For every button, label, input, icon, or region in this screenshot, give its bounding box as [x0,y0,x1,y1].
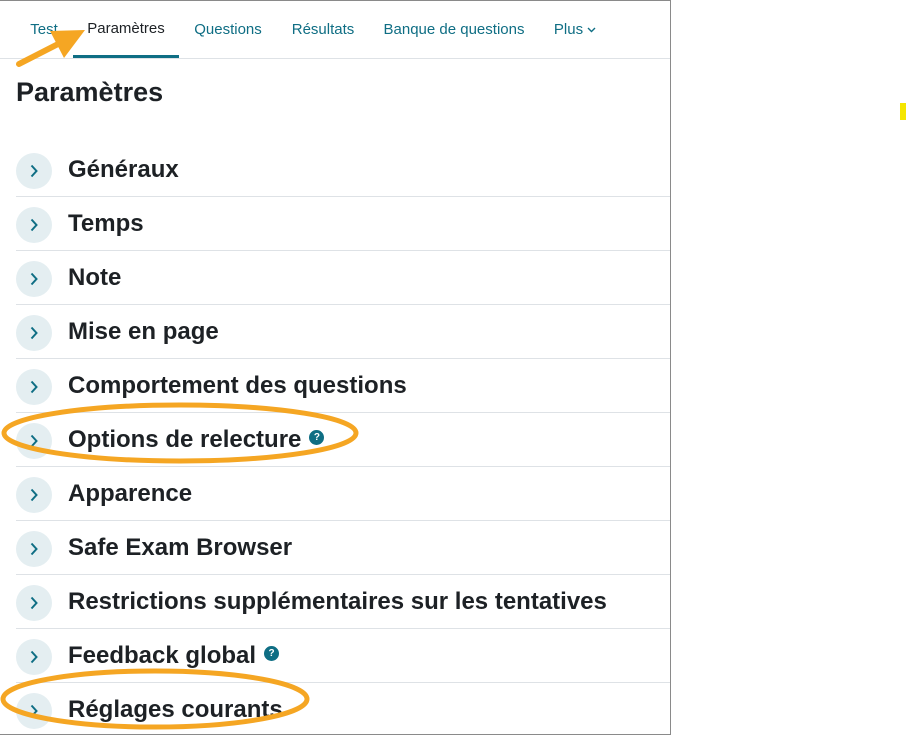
expand-toggle-button[interactable] [16,639,52,675]
section-title-text: Comportement des questions [68,372,407,399]
marker [900,103,906,120]
section-title[interactable]: Feedback global? [68,642,280,670]
section-row[interactable]: Options de relecture? [16,413,670,467]
expand-toggle-button[interactable] [16,207,52,243]
tab-label: Banque de questions [383,21,525,38]
tab-parametres[interactable]: Paramètres [73,1,179,58]
section-title-text: Apparence [68,480,193,507]
chevron-right-icon [30,434,38,448]
section-row[interactable]: Comportement des questions [16,359,670,413]
tab-plus-dropdown[interactable]: Plus [544,1,606,58]
expand-toggle-button[interactable] [16,153,52,189]
tab-label: Plus [553,21,584,38]
help-icon[interactable]: ? [264,646,280,662]
expand-toggle-button[interactable] [16,369,52,405]
tab-resultats[interactable]: Résultats [280,1,366,58]
section-row[interactable]: Safe Exam Browser [16,521,670,575]
tab-label: Résultats [291,21,355,38]
section-row[interactable]: Note [16,251,670,305]
expand-toggle-button[interactable] [16,693,52,729]
chevron-right-icon [30,596,38,610]
chevron-right-icon [30,272,38,286]
section-row[interactable]: Mise en page [16,305,670,359]
chevron-right-icon [30,488,38,502]
tab-label: Questions [194,21,262,38]
section-title-text: Temps [68,210,144,237]
section-title[interactable]: Mise en page [68,318,219,346]
help-icon[interactable]: ? [309,430,325,446]
chevron-right-icon [30,542,38,556]
section-title-text: Note [68,264,122,291]
chevron-right-icon [30,218,38,232]
section-title-text: Feedback global [68,642,257,669]
chevron-right-icon [30,650,38,664]
settings-panel: Test Paramètres Questions Résultats Banq… [0,0,671,735]
section-title-text: Mise en page [68,318,219,345]
expand-toggle-button[interactable] [16,261,52,297]
section-title[interactable]: Temps [68,210,144,238]
tab-questions[interactable]: Questions [183,1,273,58]
section-title[interactable]: Restrictions supplémentaires sur les ten… [68,588,607,616]
section-row[interactable]: Réglages courants [16,683,670,734]
section-row[interactable]: Généraux [16,143,670,197]
chevron-right-icon [30,326,38,340]
expand-toggle-button[interactable] [16,315,52,351]
section-title-text: Réglages courants [68,696,283,723]
section-row[interactable]: Apparence [16,467,670,521]
section-title[interactable]: Options de relecture? [68,426,325,454]
section-row[interactable]: Restrictions supplémentaires sur les ten… [16,575,670,629]
section-title[interactable]: Safe Exam Browser [68,534,292,562]
section-title-text: Options de relecture [68,426,302,453]
section-title[interactable]: Apparence [68,480,192,508]
tab-banque-de-questions[interactable]: Banque de questions [373,1,535,58]
chevron-down-icon [587,27,596,32]
expand-toggle-button[interactable] [16,585,52,621]
section-row[interactable]: Temps [16,197,670,251]
section-row[interactable]: Feedback global? [16,629,670,683]
section-title[interactable]: Réglages courants [68,696,283,724]
page-title: Paramètres [16,77,164,107]
chevron-right-icon [30,380,38,394]
section-title[interactable]: Généraux [68,156,179,184]
settings-sections-list: Généraux Temps Note Mise en page Comportemen… [16,143,670,734]
tab-label: Test [30,21,58,38]
section-title[interactable]: Note [68,264,121,292]
chevron-right-icon [30,704,38,718]
section-title-text: Généraux [68,156,179,183]
section-title-text: Safe Exam Browser [68,534,293,561]
expand-toggle-button[interactable] [16,531,52,567]
expand-toggle-button[interactable] [16,477,52,513]
secondary-navigation: Test Paramètres Questions Résultats Banq… [0,1,670,59]
section-title[interactable]: Comportement des questions [68,372,407,400]
chevron-right-icon [30,164,38,178]
tab-label: Paramètres [87,19,165,37]
tab-test[interactable]: Test [18,1,70,58]
section-title-text: Restrictions supplémentaires sur les ten… [68,588,607,615]
expand-toggle-button[interactable] [16,423,52,459]
